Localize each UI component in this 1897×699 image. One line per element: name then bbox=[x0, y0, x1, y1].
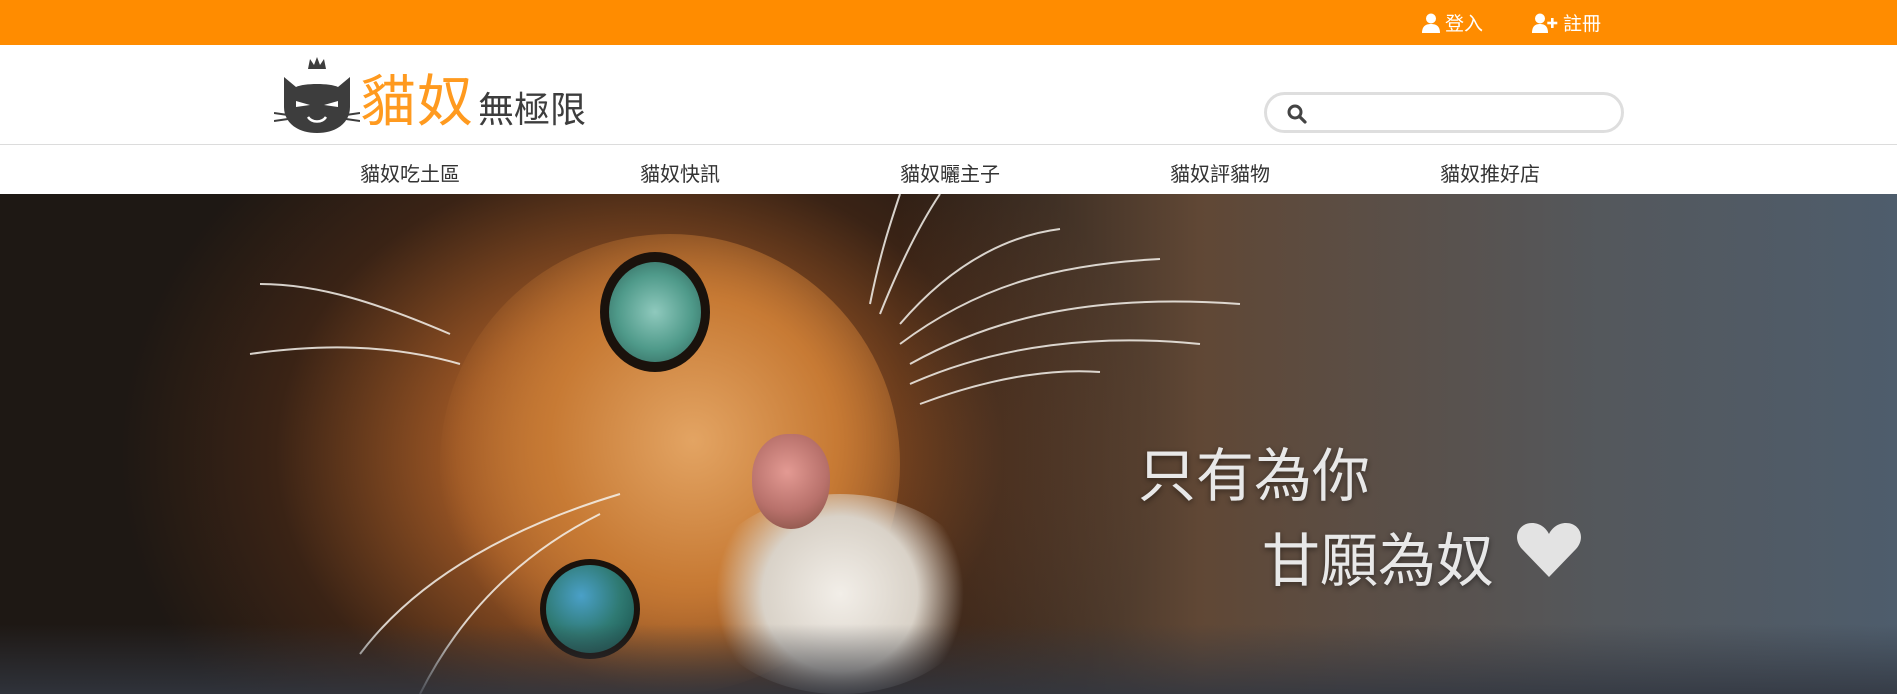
site-logo[interactable]: 貓奴 無極限 bbox=[274, 55, 586, 135]
register-label: 註冊 bbox=[1563, 13, 1602, 35]
heart-icon bbox=[1517, 523, 1581, 577]
nav-item-show-cats[interactable]: 貓奴曬主子 bbox=[900, 158, 1000, 187]
cat-whiskers bbox=[249, 194, 1241, 694]
hero-slogan-line2: 甘願為奴 bbox=[1262, 527, 1495, 595]
nav-item-reviews[interactable]: 貓奴評貓物 bbox=[1170, 158, 1270, 187]
cat-crown-icon bbox=[274, 57, 360, 133]
page-bottom-edge bbox=[0, 694, 1897, 699]
login-label: 登入 bbox=[1445, 13, 1484, 35]
search-box[interactable] bbox=[1264, 92, 1624, 133]
search-input[interactable] bbox=[1319, 99, 1609, 127]
user-icon bbox=[1422, 13, 1440, 33]
register-link[interactable]: 註冊 bbox=[1532, 9, 1601, 36]
nav-item-news[interactable]: 貓奴快訊 bbox=[640, 158, 720, 187]
hero-banner: 只有為你 甘願為奴 bbox=[0, 194, 1897, 694]
main-nav: 貓奴吃土區 貓奴快訊 貓奴曬主子 貓奴評貓物 貓奴推好店 bbox=[0, 146, 1897, 194]
user-plus-icon bbox=[1532, 13, 1558, 33]
login-link[interactable]: 登入 bbox=[1422, 9, 1483, 36]
logo-main-text: 貓奴 bbox=[360, 70, 474, 135]
nav-item-shops[interactable]: 貓奴推好店 bbox=[1440, 158, 1540, 187]
nav-item-eat-dirt[interactable]: 貓奴吃土區 bbox=[360, 158, 460, 187]
logo-sub-text: 無極限 bbox=[478, 90, 587, 131]
site-header: 貓奴 無極限 bbox=[0, 45, 1897, 145]
hero-slogan-line1: 只有為你 bbox=[1138, 442, 1371, 510]
search-icon[interactable] bbox=[1287, 104, 1307, 124]
top-bar: 登入 註冊 bbox=[0, 0, 1897, 45]
floor bbox=[0, 624, 1897, 694]
